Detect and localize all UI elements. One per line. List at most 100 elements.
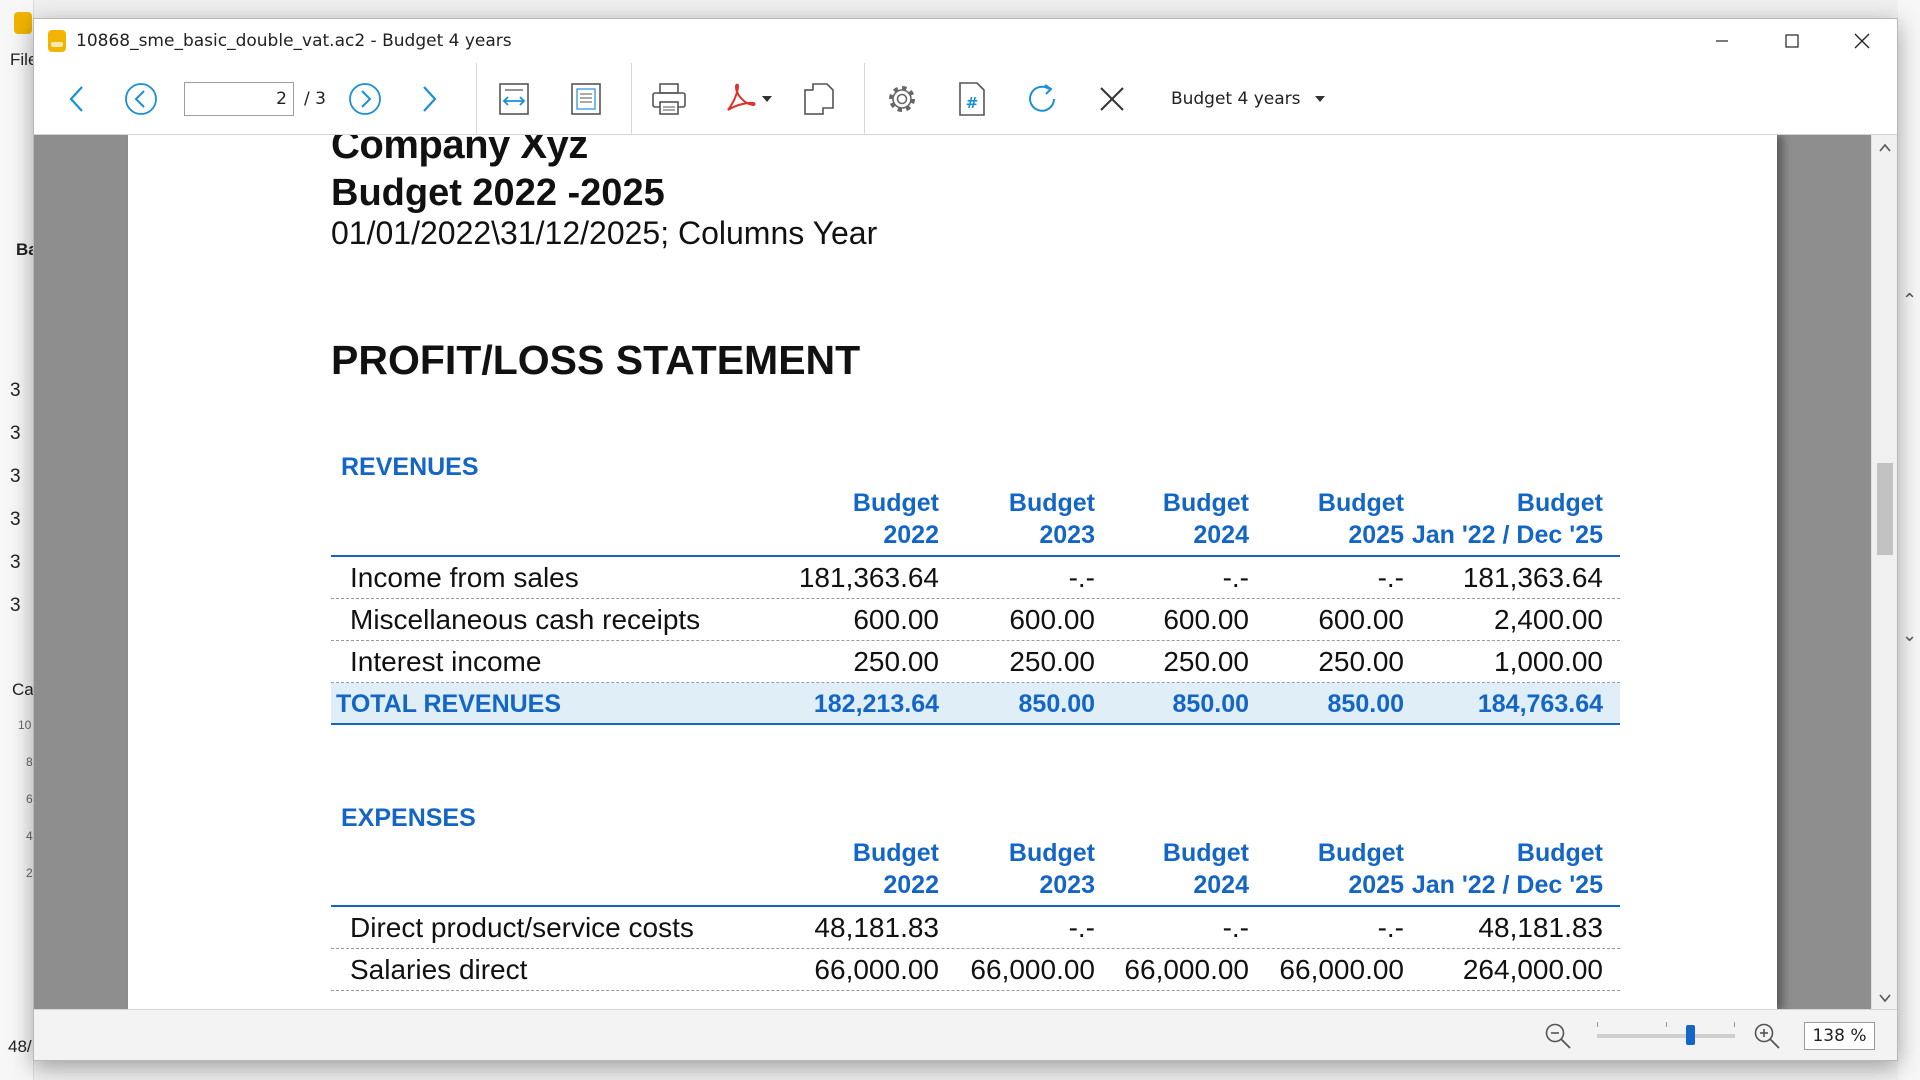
- background-chart-tick: 6: [26, 792, 33, 806]
- page-number-input[interactable]: [184, 81, 294, 116]
- document-viewport[interactable]: Company Xyz Budget 2022 -2025 01/01/2022…: [34, 135, 1897, 1011]
- expenses-title: EXPENSES: [341, 804, 476, 832]
- background-row: 3: [10, 466, 21, 487]
- fit-width-icon: [499, 82, 529, 115]
- scroll-up-icon[interactable]: [1878, 141, 1892, 155]
- forward-button[interactable]: [394, 69, 464, 129]
- toolbar-separator: [863, 62, 865, 135]
- table-row: Income from sales 181,363.64 -.- -.- -.-…: [331, 557, 1620, 599]
- chevron-down-icon: [1314, 95, 1325, 102]
- zoom-level[interactable]: 138 %: [1804, 1022, 1875, 1050]
- report-selector-label: Budget 4 years: [1170, 88, 1301, 109]
- row-label: Income from sales: [350, 562, 579, 593]
- background-chart-tick: 4: [26, 829, 33, 843]
- prev-page-button[interactable]: [112, 69, 170, 129]
- column-header: Budget 2024: [1162, 839, 1249, 899]
- company-name: Company Xyz: [331, 135, 588, 167]
- title-bar: 10868_sme_basic_double_vat.ac2 - Budget …: [34, 19, 1897, 63]
- dropdown-caret-icon: [761, 95, 772, 102]
- column-header: Budget 2023: [1008, 489, 1095, 549]
- background-label-c: Ca: [12, 680, 34, 699]
- refresh-button[interactable]: [1007, 69, 1077, 129]
- total-row: TOTAL REVENUES 182,213.64 850.00 850.00 …: [331, 683, 1620, 725]
- fit-width-button[interactable]: [477, 69, 551, 129]
- app-icon: [48, 30, 66, 52]
- background-row: 3: [10, 552, 21, 573]
- minimize-button[interactable]: [1687, 19, 1757, 63]
- scrollbar-thumb[interactable]: [1877, 463, 1893, 555]
- background-row: 3: [10, 595, 21, 616]
- zoom-out-icon: [1545, 1023, 1571, 1049]
- background-bottom-label: 48/: [8, 1037, 32, 1056]
- background-right-panel: ⌃ ⌄: [1898, 0, 1920, 1080]
- zoom-slider[interactable]: [1597, 1022, 1735, 1045]
- fit-page-button[interactable]: [551, 69, 621, 129]
- cell-value: 2,400.00: [1494, 604, 1603, 635]
- pdf-icon: [727, 83, 756, 111]
- settings-icon: [888, 85, 915, 112]
- row-label: Miscellaneous cash receipts: [350, 604, 701, 635]
- background-chart-tick: 8: [26, 755, 33, 769]
- report-selector[interactable]: Budget 4 years: [1171, 89, 1325, 109]
- refresh-icon: [1029, 83, 1055, 112]
- column-header: Budget 2025: [1317, 489, 1404, 549]
- total-value: 850.00: [1172, 690, 1249, 718]
- copy-icon: [804, 82, 834, 115]
- total-value: 850.00: [1018, 690, 1095, 718]
- cell-value: 66,000.00: [1279, 954, 1404, 985]
- scroll-down-icon[interactable]: [1878, 991, 1892, 1005]
- zoom-slider-knob[interactable]: [1686, 1025, 1695, 1045]
- next-page-icon: [349, 82, 381, 115]
- table-header: Budget 2022 Budget 2023 Budget 2024 Budget 2…: [331, 485, 1620, 557]
- settings-button[interactable]: [867, 69, 937, 129]
- statement-title: PROFIT/LOSS STATEMENT: [331, 337, 861, 383]
- cell-value: 250.00: [1318, 646, 1404, 677]
- svg-text:#: #: [966, 94, 979, 112]
- cell-value: -.-: [1222, 912, 1249, 943]
- page-total: / 3: [304, 88, 326, 109]
- chevron-down-icon[interactable]: ⌄: [1902, 625, 1917, 646]
- column-header: Budget 2023: [1008, 839, 1095, 899]
- revenues-table: Budget 2022 Budget 2023 Budget 2024 Budget 2…: [331, 485, 1620, 725]
- column-header: Budget 2025: [1317, 839, 1404, 899]
- slider-tick: [1597, 1022, 1598, 1027]
- close-window-button[interactable]: [1827, 19, 1897, 63]
- export-pdf-button[interactable]: [710, 69, 788, 129]
- total-label: TOTAL REVENUES: [336, 690, 562, 718]
- print-icon: [652, 82, 686, 115]
- chevron-up-icon[interactable]: ⌃: [1902, 290, 1917, 311]
- table-row: Miscellaneous cash receipts 600.00 600.0…: [331, 599, 1620, 641]
- copy-button[interactable]: [788, 69, 850, 129]
- maximize-button[interactable]: [1757, 19, 1827, 63]
- close-icon: [1854, 33, 1870, 49]
- back-button[interactable]: [42, 69, 112, 129]
- page-number-button[interactable]: #: [937, 69, 1007, 129]
- status-bar: 138 %: [34, 1009, 1897, 1060]
- vertical-scrollbar[interactable]: [1871, 135, 1897, 1011]
- total-value: 182,213.64: [813, 690, 939, 718]
- slider-tick: [1666, 1022, 1667, 1027]
- cell-value: 66,000.00: [814, 954, 939, 985]
- page-navigator: / 3: [184, 81, 326, 116]
- zoom-in-button[interactable]: [1753, 1022, 1781, 1054]
- page-number-icon: #: [959, 81, 985, 116]
- row-label: Direct product/service costs: [350, 912, 694, 943]
- back-arrow-icon: [69, 85, 83, 112]
- print-button[interactable]: [634, 69, 704, 129]
- table-header: Budget 2022 Budget 2023 Budget 2024 Budget 2…: [331, 835, 1620, 907]
- close-preview-button[interactable]: [1077, 69, 1147, 129]
- background-chart-tick: 10: [18, 718, 32, 732]
- column-header: Budget 2022: [852, 489, 939, 549]
- zoom-in-icon: [1754, 1023, 1780, 1049]
- next-page-button[interactable]: [336, 69, 394, 129]
- column-header: Budget 2022: [852, 839, 939, 899]
- table-row: Direct product/service costs 48,181.83 -…: [331, 907, 1620, 949]
- cell-value: -.-: [1222, 562, 1249, 593]
- background-chart-tick: 2: [26, 866, 33, 880]
- cell-value: -.-: [1377, 912, 1404, 943]
- cell-value: -.-: [1377, 562, 1404, 593]
- cell-value: 600.00: [853, 604, 939, 635]
- fit-page-icon: [571, 82, 601, 115]
- zoom-out-button[interactable]: [1544, 1022, 1572, 1054]
- maximize-icon: [1785, 34, 1799, 48]
